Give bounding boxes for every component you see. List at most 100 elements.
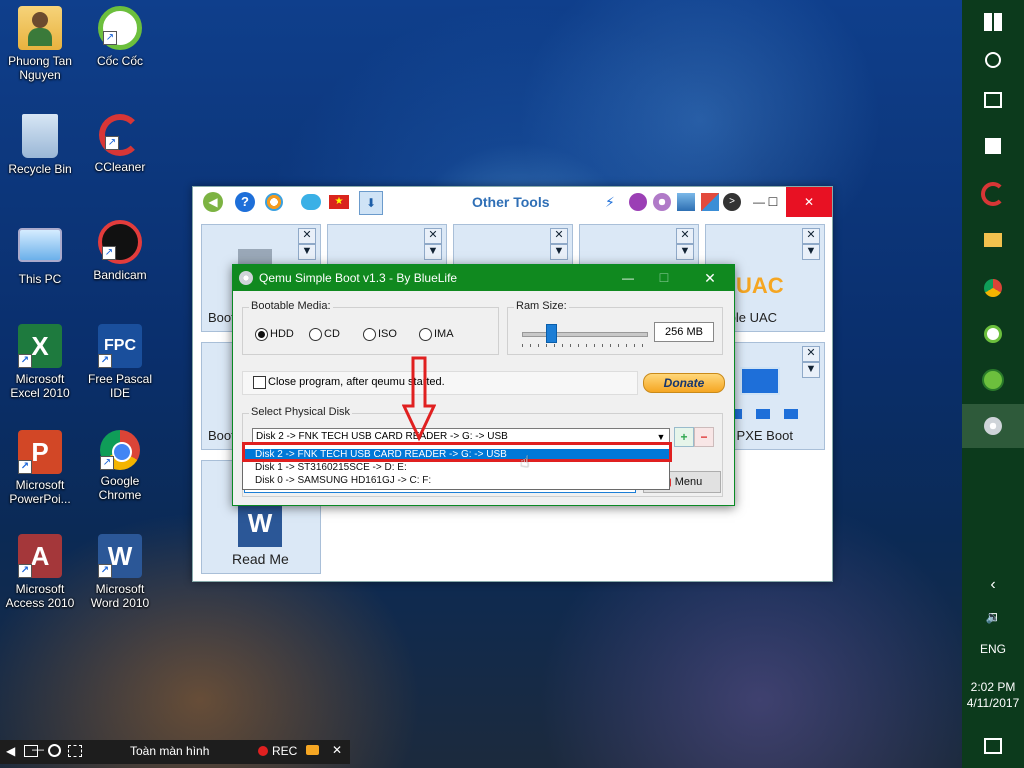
tile-close-icon[interactable]: ✕ [676, 228, 694, 244]
remove-disk-button[interactable]: − [694, 427, 714, 447]
ram-slider-thumb[interactable] [546, 324, 557, 343]
desktop-icon-ccleaner[interactable]: ↗ CCleaner [80, 114, 160, 174]
desktop-icon-this-pc[interactable]: This PC [0, 220, 80, 286]
recorder-fullscreen-label[interactable]: Toàn màn hình [130, 744, 209, 758]
tile-expand-icon[interactable]: ▼ [298, 244, 316, 260]
disk-option[interactable]: Disk 0 -> SAMSUNG HD161GJ -> C: F: [243, 475, 669, 487]
network-tool-icon[interactable] [629, 193, 647, 211]
radio-cd[interactable] [309, 328, 322, 341]
uac-art-text: UAC [736, 273, 784, 298]
desktop-icon-label: Microsoft Excel 2010 [10, 372, 70, 400]
recorder-back-icon[interactable]: ◀ [6, 744, 15, 758]
desktop-icon-coccoc[interactable]: ↗ Cốc Cốc [80, 6, 160, 68]
camera-icon[interactable] [306, 745, 319, 755]
radio-iso[interactable] [363, 328, 376, 341]
tile-close-icon[interactable]: ✕ [424, 228, 442, 244]
ram-slider-track[interactable] [522, 332, 648, 337]
volume-icon[interactable]: 🔈 [976, 606, 1010, 628]
task-view-icon[interactable] [962, 78, 1024, 122]
chrome-task-icon[interactable] [962, 266, 1024, 310]
taskbar: ‹ ⊟ 🔈 ENG 2:02 PM 4/11/2017 [962, 0, 1024, 768]
store-icon[interactable] [962, 124, 1024, 168]
close-after-start-row: Close program, after qeumu started. [242, 371, 638, 395]
word-document-icon: W [238, 499, 282, 547]
clock-time[interactable]: 2:02 PM [962, 680, 1024, 694]
desktop-icon-recycle-bin[interactable]: Recycle Bin [0, 114, 80, 176]
cortana-search-icon[interactable] [962, 38, 1024, 82]
qemu-minimize-button[interactable]: — [613, 265, 643, 291]
tile-expand-icon[interactable]: ▼ [676, 244, 694, 260]
annotation-highlight-box [242, 442, 672, 462]
ram-value-box: 256 MB [654, 322, 714, 342]
qemu-close-button[interactable]: ✕ [693, 265, 727, 291]
desktop-icon-label: CCleaner [94, 160, 146, 174]
qemu-maximize-button[interactable]: ☐ [649, 265, 679, 291]
desktop-icon-label: Free Pascal IDE [87, 372, 153, 400]
tile-close-icon[interactable]: ✕ [802, 346, 820, 362]
recorder-fullscreen-icon[interactable] [68, 745, 82, 757]
clock-date[interactable]: 4/11/2017 [962, 696, 1024, 710]
radio-hdd[interactable] [255, 328, 268, 341]
show-hidden-icons-chevron-icon[interactable]: ‹ [962, 574, 1024, 596]
desktop-icon-powerpoint[interactable]: P ↗ Microsoft PowerPoi... [0, 430, 80, 506]
help-icon[interactable]: ? [235, 192, 255, 212]
image-tool-icon[interactable] [677, 193, 695, 211]
boxes-tool-icon[interactable] [701, 193, 719, 211]
tile-expand-icon[interactable]: ▼ [550, 244, 568, 260]
vietnam-flag-icon[interactable]: ★ [329, 195, 349, 209]
free-pascal-icon: FPC ↗ [98, 324, 142, 368]
settings-flower-icon[interactable] [265, 193, 283, 211]
desktop-icon-chrome[interactable]: ↗ Google Chrome [80, 430, 160, 502]
desktop-icon-label: Microsoft PowerPoi... [9, 478, 71, 506]
action-center-icon[interactable] [962, 724, 1024, 768]
tools-close-button[interactable]: ✕ [786, 187, 832, 217]
word-icon: W ↗ [98, 534, 142, 578]
tile-close-icon[interactable]: ✕ [802, 228, 820, 244]
close-after-start-checkbox[interactable] [253, 376, 266, 389]
recorder-search-icon[interactable] [48, 744, 61, 757]
donate-button[interactable]: Donate [643, 373, 725, 393]
download-icon[interactable]: ⬇ [359, 191, 383, 215]
desktop-icon-free-pascal[interactable]: FPC ↗ Free Pascal IDE [80, 324, 160, 400]
qemu-titlebar: Qemu Simple Boot v1.3 - By BlueLife — ☐ … [233, 265, 734, 291]
tools-maximize-button[interactable]: ☐ [759, 187, 787, 217]
computer-icon [18, 228, 62, 262]
rec-button[interactable]: REC [272, 744, 297, 758]
recorder-minimize-icon[interactable]: — [32, 742, 44, 756]
recorder-close-icon[interactable]: ✕ [332, 743, 342, 757]
tile-expand-icon[interactable]: ▼ [802, 362, 820, 378]
select-disk-label: Select Physical Disk [249, 406, 353, 418]
ccleaner-task-icon[interactable] [962, 172, 1024, 216]
bootable-media-label: Bootable Media: [249, 300, 333, 312]
desktop-icon-label: Phuong Tan Nguyen [8, 54, 72, 82]
desktop-icon-word[interactable]: W ↗ Microsoft Word 2010 [80, 534, 160, 610]
desktop-icon-bandicam[interactable]: ↗ Bandicam [80, 220, 160, 282]
desktop-icon-excel[interactable]: X ↗ Microsoft Excel 2010 [0, 324, 80, 400]
file-explorer-icon[interactable] [962, 218, 1024, 262]
disk-option[interactable]: Disk 1 -> ST3160215SCE -> D: E: [243, 462, 669, 474]
terminal-tool-icon[interactable]: > [723, 193, 741, 211]
radio-ima[interactable] [419, 328, 432, 341]
camtasia-task-icon[interactable] [962, 358, 1024, 402]
tile-close-icon[interactable]: ✕ [550, 228, 568, 244]
usb-tool-icon[interactable]: ⚡ [605, 194, 623, 210]
back-icon[interactable]: ◀ [203, 192, 223, 212]
tile-label: Boot [208, 428, 235, 443]
coccoc-task-icon[interactable] [962, 312, 1024, 356]
desktop-icon-label: Cốc Cốc [96, 54, 143, 68]
desktop-icon-access[interactable]: A ↗ Microsoft Access 2010 [0, 534, 80, 610]
chat-icon[interactable] [301, 194, 321, 210]
tile-expand-icon[interactable]: ▼ [424, 244, 442, 260]
desktop-icon-label: Google Chrome [98, 474, 142, 502]
desktop-icon-user[interactable]: Phuong Tan Nguyen [0, 6, 80, 82]
qemu-task-icon[interactable] [962, 404, 1024, 448]
disc-tool-icon[interactable] [653, 193, 671, 211]
bootable-media-group: Bootable Media: HDD CD ISO IMA [242, 300, 499, 355]
tile-close-icon[interactable]: ✕ [298, 228, 316, 244]
tile-expand-icon[interactable]: ▼ [802, 244, 820, 260]
language-indicator[interactable]: ENG [962, 642, 1024, 656]
radio-iso-label: ISO [378, 328, 397, 340]
radio-cd-label: CD [324, 328, 340, 340]
add-disk-button[interactable]: + [674, 427, 694, 447]
recorder-bar: ◀ — Toàn màn hình REC ✕ [0, 740, 350, 764]
